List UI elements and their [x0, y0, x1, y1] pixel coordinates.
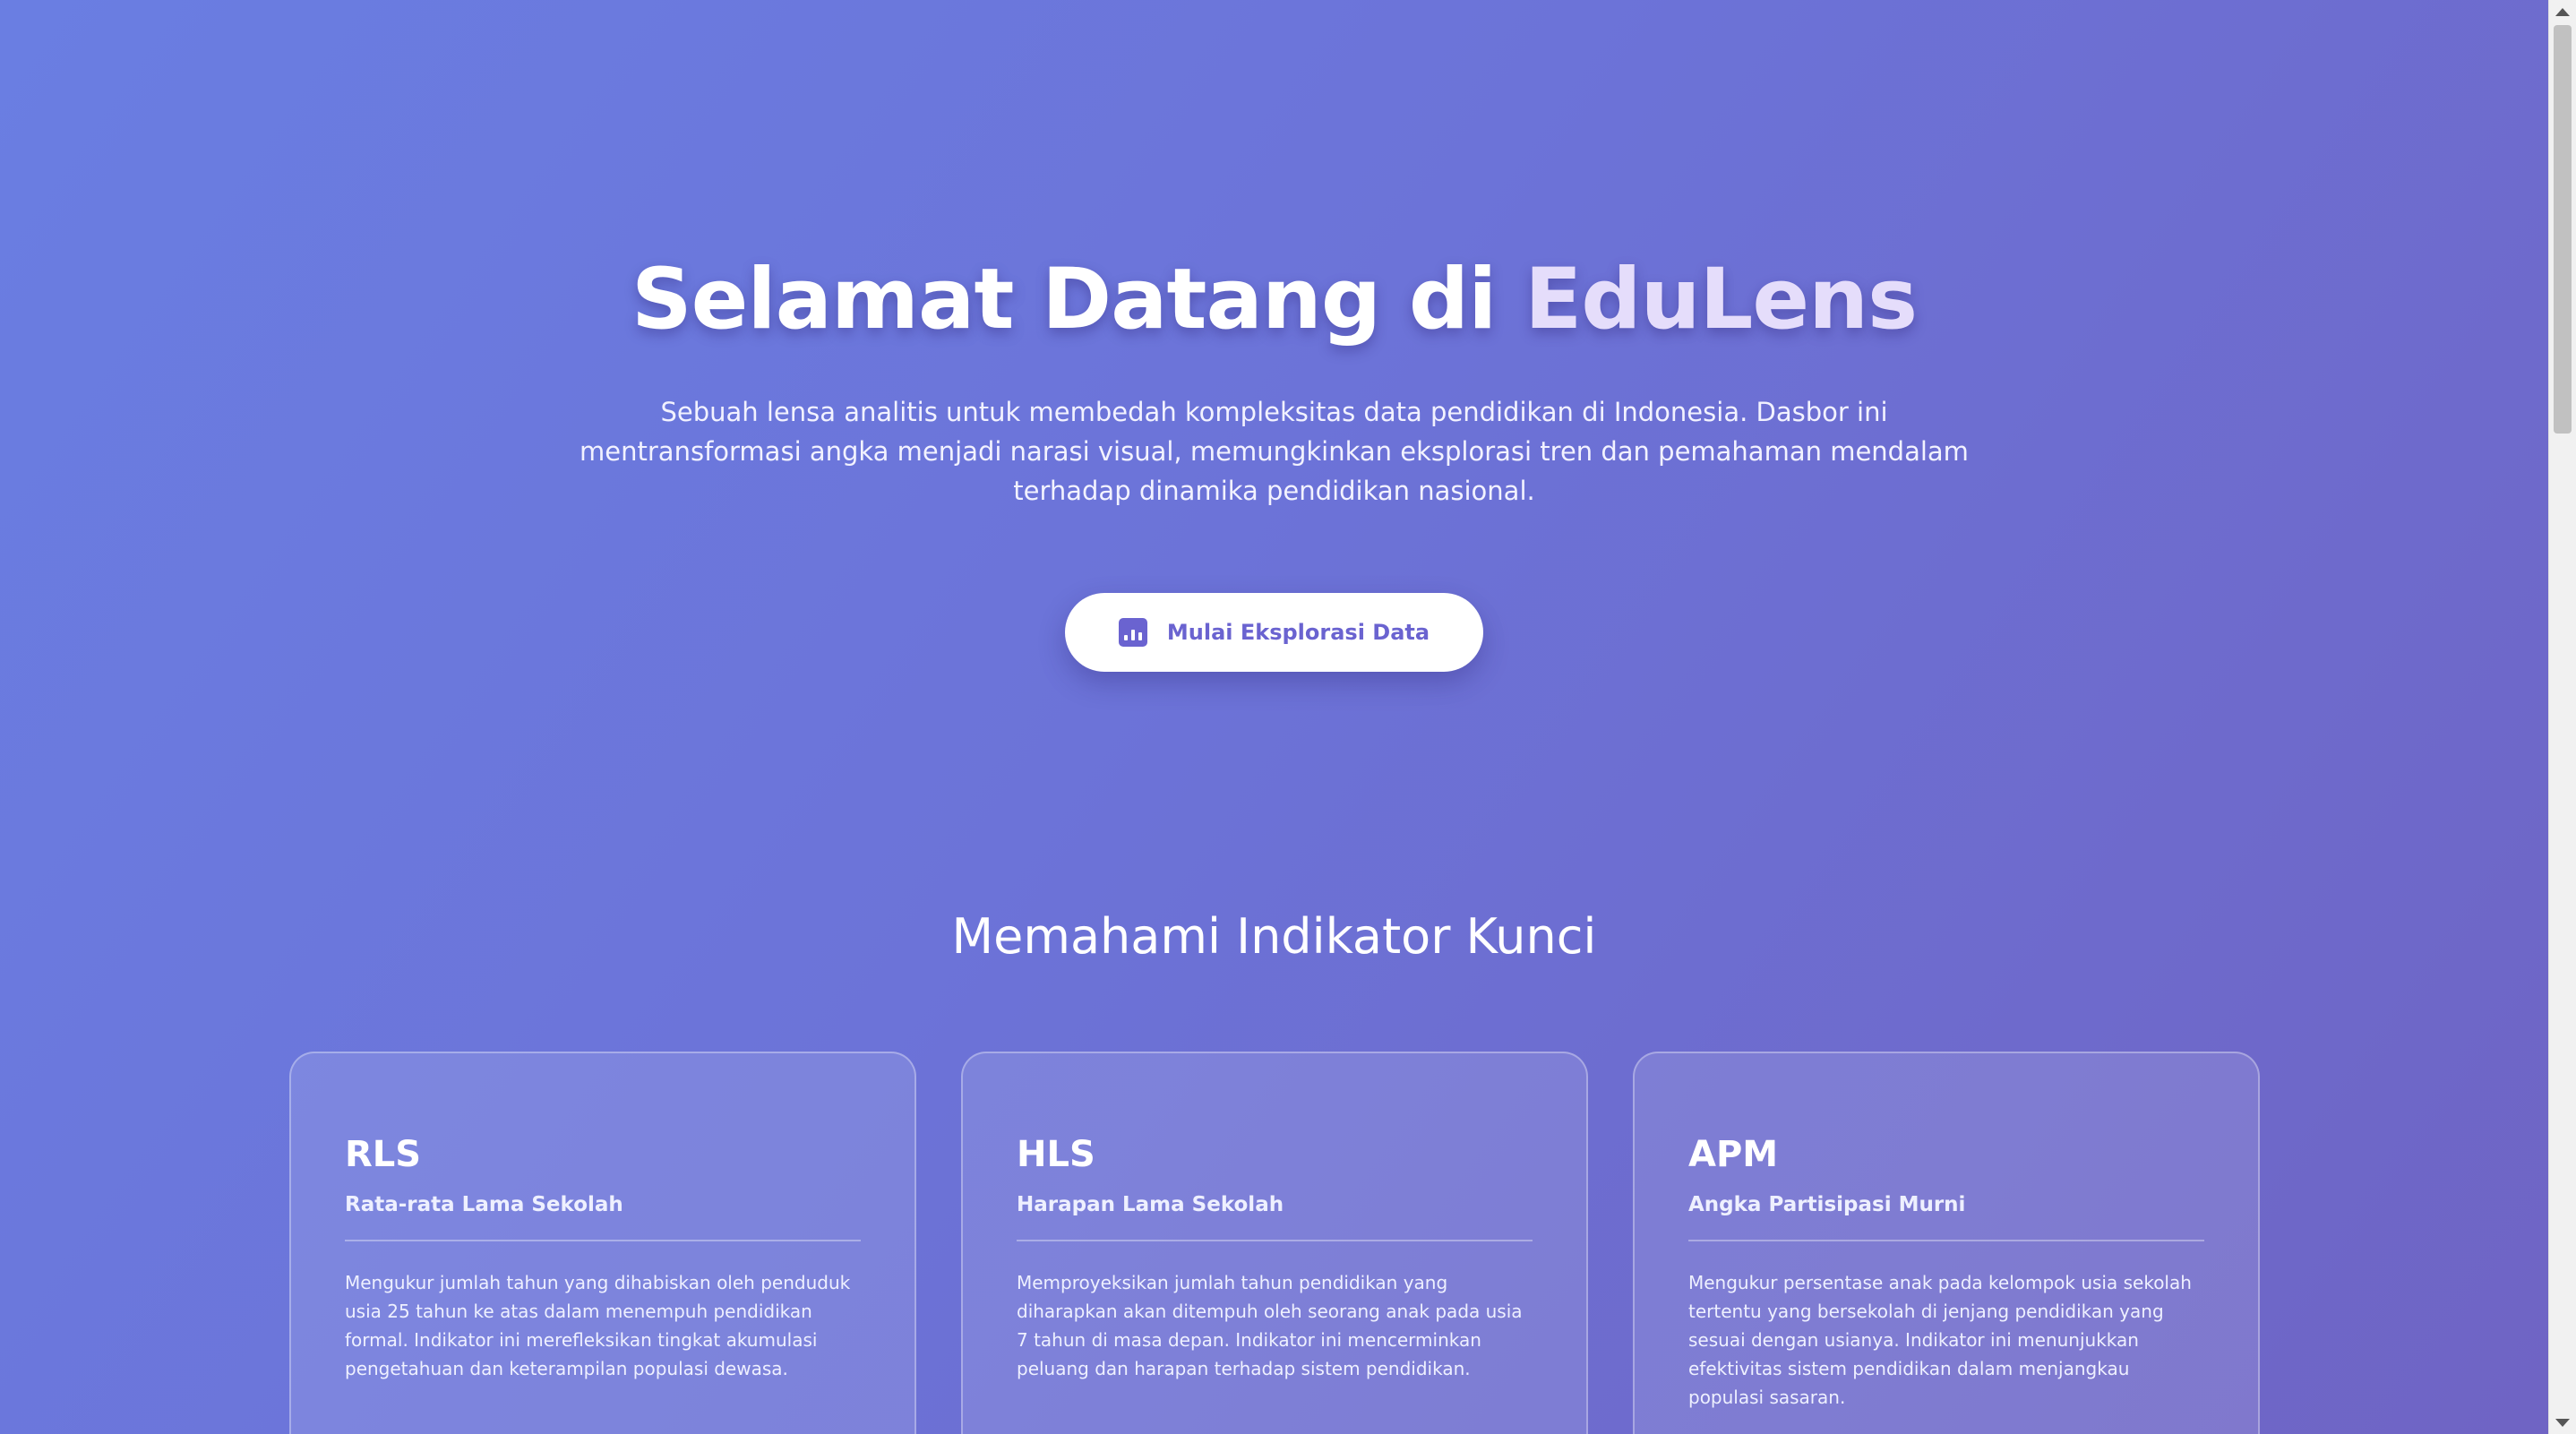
card-description: Mengukur persentase anak pada kelompok u… [1688, 1272, 2192, 1408]
card-name: Rata-rata Lama Sekolah [345, 1193, 623, 1216]
hero-title-prefix: Selamat Datang di [631, 251, 1525, 348]
indicator-card-hls: HLS Harapan Lama Sekolah Memproyeksikan … [961, 1052, 1588, 1434]
brand-name: EduLens [1524, 251, 1918, 348]
explore-data-button[interactable]: Mulai Eksplorasi Data [1064, 593, 1484, 672]
explore-data-button-label: Mulai Eksplorasi Data [1166, 620, 1430, 645]
card-description: Memproyeksikan jumlah tahun pendidikan y… [1017, 1272, 1523, 1379]
card-code: APM [1688, 1134, 1779, 1175]
indicators-section-title: Memahami Indikator Kunci [951, 908, 1597, 965]
hero-title: Selamat Datang di EduLens [0, 242, 2548, 358]
card-divider [1688, 1240, 2204, 1241]
hero-section: Selamat Datang di EduLens Sebuah lensa a… [0, 242, 2548, 672]
bar-chart-icon [1118, 618, 1147, 647]
scroll-up-arrow[interactable] [2549, 0, 2576, 23]
scrollbar-thumb[interactable] [2554, 25, 2572, 434]
card-name: Angka Partisipasi Murni [1688, 1193, 1966, 1216]
vertical-scrollbar[interactable] [2548, 0, 2576, 1434]
card-name: Harapan Lama Sekolah [1017, 1193, 1284, 1216]
card-description: Mengukur jumlah tahun yang dihabiskan ol… [345, 1272, 851, 1379]
arrow-up-icon [2555, 7, 2570, 16]
card-divider [1017, 1240, 1533, 1241]
indicator-cards: RLS Rata-rata Lama Sekolah Mengukur juml… [289, 1052, 2260, 1434]
indicator-card-apm: APM Angka Partisipasi Murni Mengukur per… [1633, 1052, 2260, 1434]
arrow-down-icon [2555, 1418, 2570, 1427]
card-divider [345, 1240, 861, 1241]
card-code: HLS [1017, 1134, 1095, 1175]
indicator-card-rls: RLS Rata-rata Lama Sekolah Mengukur juml… [289, 1052, 916, 1434]
hero-description: Sebuah lensa analitis untuk membedah kom… [580, 397, 1969, 506]
card-code: RLS [345, 1134, 422, 1175]
scroll-down-arrow[interactable] [2549, 1411, 2576, 1434]
page-viewport: Selamat Datang di EduLens Sebuah lensa a… [0, 0, 2548, 1434]
